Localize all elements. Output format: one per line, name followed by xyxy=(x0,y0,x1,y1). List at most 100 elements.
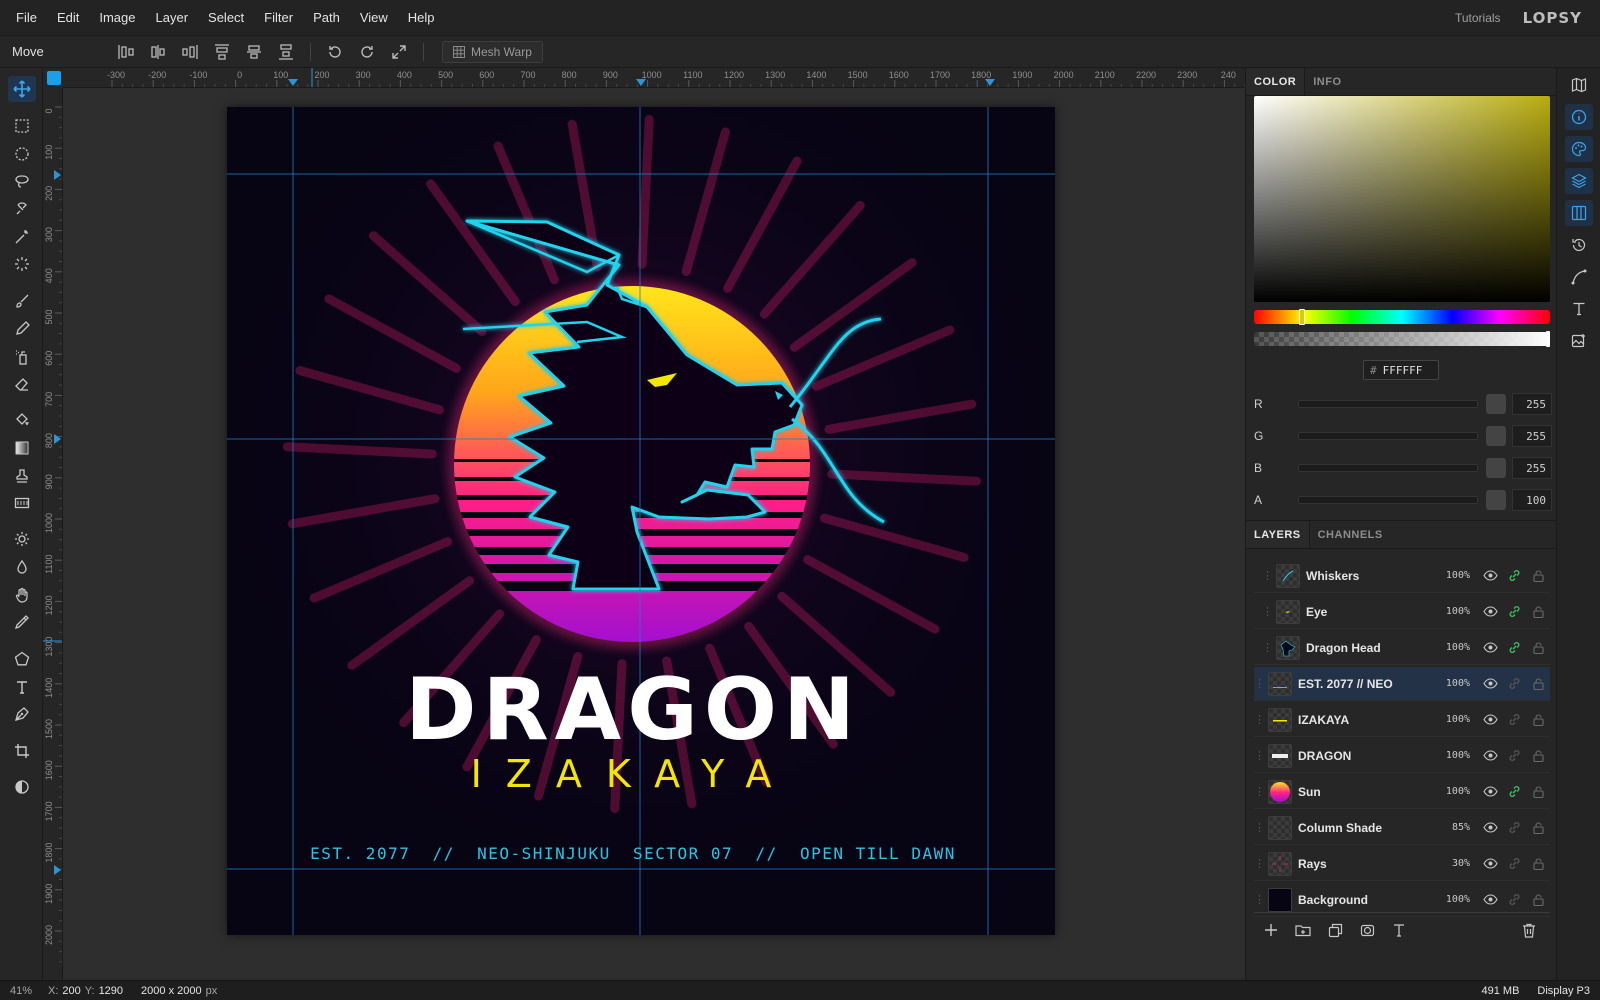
channels-icon[interactable] xyxy=(1565,200,1593,226)
ruler-origin-swatch[interactable] xyxy=(47,71,61,85)
alpha-slider-handle[interactable] xyxy=(1546,331,1550,347)
layer-row[interactable]: ⋮⋮ Dragon Head 100% xyxy=(1254,631,1550,665)
visibility-eye-icon[interactable] xyxy=(1478,602,1502,622)
info-panel-icon[interactable] xyxy=(1565,104,1593,130)
channel-slider[interactable] xyxy=(1298,400,1478,408)
channel-value-input[interactable]: 255 xyxy=(1512,393,1552,415)
menu-filter[interactable]: Filter xyxy=(254,10,303,25)
link-icon[interactable] xyxy=(1502,818,1526,838)
visibility-eye-icon[interactable] xyxy=(1478,854,1502,874)
expand-icon[interactable] xyxy=(383,38,415,66)
magic-wand-icon[interactable] xyxy=(8,224,36,250)
move-tool-icon[interactable] xyxy=(8,76,36,102)
rotate-cw-icon[interactable] xyxy=(351,38,383,66)
hue-slider[interactable] xyxy=(1254,309,1550,325)
menu-image[interactable]: Image xyxy=(89,10,145,25)
lock-icon[interactable] xyxy=(1526,674,1550,694)
align-right-icon[interactable] xyxy=(174,38,206,66)
link-icon[interactable] xyxy=(1502,638,1526,658)
layers-stack-icon[interactable] xyxy=(1565,168,1593,194)
canvas-workspace[interactable]: DRAGON IZAKAYA EST. 2077 // NEO-SHINJUKU… xyxy=(63,88,1245,978)
drag-handle-icon[interactable]: ⋮⋮ xyxy=(1254,677,1275,690)
link-icon[interactable] xyxy=(1502,566,1526,586)
lock-icon[interactable] xyxy=(1526,890,1550,910)
ruler-corner[interactable] xyxy=(43,68,63,88)
character-icon[interactable] xyxy=(1565,296,1593,322)
artboard[interactable]: DRAGON IZAKAYA EST. 2077 // NEO-SHINJUKU… xyxy=(227,107,1055,935)
link-icon[interactable] xyxy=(1502,782,1526,802)
visibility-eye-icon[interactable] xyxy=(1478,566,1502,586)
mask-icon[interactable] xyxy=(1356,919,1378,941)
dodge-icon[interactable] xyxy=(8,526,36,552)
quick-select-icon[interactable] xyxy=(8,251,36,277)
lasso-icon[interactable] xyxy=(8,168,36,194)
add-layer-icon[interactable] xyxy=(1260,919,1282,941)
visibility-eye-icon[interactable] xyxy=(1478,782,1502,802)
pen-icon[interactable] xyxy=(8,701,36,727)
hex-input[interactable]: # FFFFFF xyxy=(1363,360,1439,380)
hue-slider-handle[interactable] xyxy=(1299,309,1305,325)
drag-handle-icon[interactable]: ⋮⋮ xyxy=(1262,569,1283,582)
lock-icon[interactable] xyxy=(1526,638,1550,658)
navigator-icon[interactable] xyxy=(1565,72,1593,98)
mesh-warp-button[interactable]: Mesh Warp xyxy=(442,40,543,63)
drag-handle-icon[interactable]: ⋮⋮ xyxy=(1254,821,1275,834)
history-icon[interactable] xyxy=(1565,232,1593,258)
paths-icon[interactable] xyxy=(1565,264,1593,290)
guide-marker-icon[interactable] xyxy=(54,865,61,875)
visibility-eye-icon[interactable] xyxy=(1478,710,1502,730)
layer-row[interactable]: ⋮⋮ Whiskers 100% xyxy=(1254,559,1550,593)
menu-file[interactable]: File xyxy=(0,10,47,25)
lock-icon[interactable] xyxy=(1526,782,1550,802)
tab-channels[interactable]: CHANNELS xyxy=(1310,521,1391,548)
menu-help[interactable]: Help xyxy=(398,10,445,25)
drag-handle-icon[interactable]: ⋮⋮ xyxy=(1262,641,1283,654)
visibility-eye-icon[interactable] xyxy=(1478,638,1502,658)
link-icon[interactable] xyxy=(1502,710,1526,730)
pencil-icon[interactable] xyxy=(8,316,36,342)
link-icon[interactable] xyxy=(1502,674,1526,694)
shape-icon[interactable] xyxy=(8,646,36,672)
delete-layer-icon[interactable] xyxy=(1518,919,1540,941)
layer-row[interactable]: ⋮⋮ Column Shade 85% xyxy=(1254,811,1550,845)
menu-select[interactable]: Select xyxy=(198,10,254,25)
color-palette-icon[interactable] xyxy=(1565,136,1593,162)
brush-icon[interactable] xyxy=(8,288,36,314)
lock-icon[interactable] xyxy=(1526,818,1550,838)
lock-icon[interactable] xyxy=(1526,566,1550,586)
visibility-eye-icon[interactable] xyxy=(1478,890,1502,910)
bucket-icon[interactable] xyxy=(8,407,36,433)
text-layer-icon[interactable] xyxy=(1388,919,1410,941)
duplicate-icon[interactable] xyxy=(1324,919,1346,941)
layer-row[interactable]: ⋮⋮ Eye 100% xyxy=(1254,595,1550,629)
crop-icon[interactable] xyxy=(8,738,36,764)
link-icon[interactable] xyxy=(1502,602,1526,622)
drag-handle-icon[interactable]: ⋮⋮ xyxy=(1254,857,1275,870)
layer-row[interactable]: ⋮⋮ Rays 30% xyxy=(1254,847,1550,881)
tab-layers[interactable]: LAYERS xyxy=(1246,521,1310,548)
visibility-eye-icon[interactable] xyxy=(1478,674,1502,694)
visibility-eye-icon[interactable] xyxy=(1478,818,1502,838)
layer-row[interactable]: ⋮⋮ Sun 100% xyxy=(1254,775,1550,809)
eyedropper-icon[interactable] xyxy=(8,609,36,635)
tab-info[interactable]: INFO xyxy=(1305,68,1349,95)
channel-slider[interactable] xyxy=(1298,432,1478,440)
color-picker-field[interactable] xyxy=(1254,96,1550,302)
channel-slider[interactable] xyxy=(1298,496,1478,504)
link-icon[interactable] xyxy=(1502,890,1526,910)
horizontal-ruler[interactable]: -300 -200 -100 0 100 200 300 400 500 600 700 800 900… xyxy=(63,68,1245,88)
tutorials-link[interactable]: Tutorials xyxy=(1455,11,1501,25)
lock-icon[interactable] xyxy=(1526,602,1550,622)
layer-row[interactable]: ⋮⋮ IZAKAYA 100% xyxy=(1254,703,1550,737)
channel-value-input[interactable]: 255 xyxy=(1512,457,1552,479)
new-group-icon[interactable] xyxy=(1292,919,1314,941)
link-icon[interactable] xyxy=(1502,746,1526,766)
drag-handle-icon[interactable]: ⋮⋮ xyxy=(1254,713,1275,726)
align-left-icon[interactable] xyxy=(110,38,142,66)
image-adjust-icon[interactable] xyxy=(1565,328,1593,354)
menu-layer[interactable]: Layer xyxy=(146,10,199,25)
tab-color[interactable]: COLOR xyxy=(1246,68,1306,95)
contrast-icon[interactable] xyxy=(8,774,36,800)
guide-marker-icon[interactable] xyxy=(54,170,61,180)
drag-handle-icon[interactable]: ⋮⋮ xyxy=(1254,785,1275,798)
